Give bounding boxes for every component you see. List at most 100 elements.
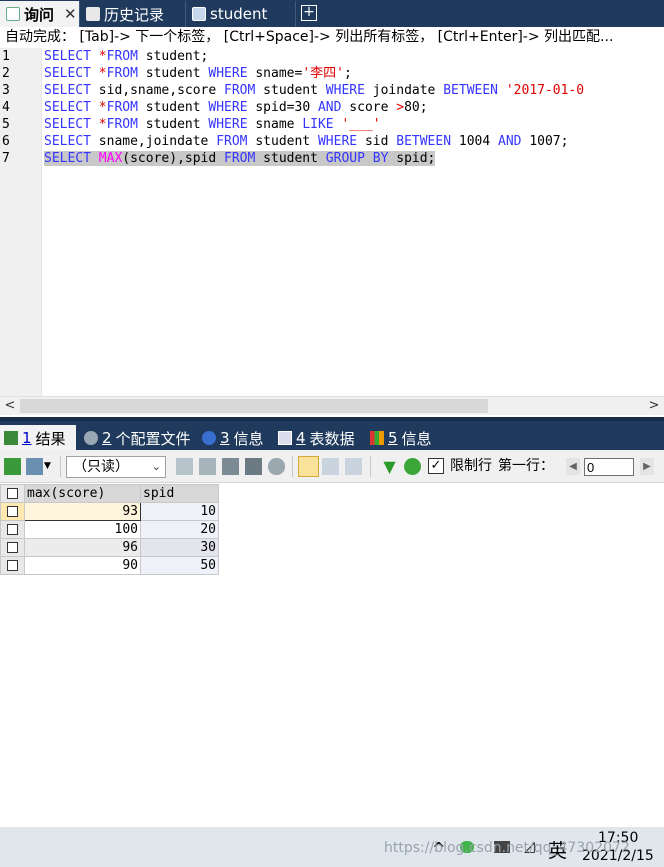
select-all-checkbox[interactable] xyxy=(0,484,25,503)
table-row[interactable]: 90 50 xyxy=(0,556,219,575)
scroll-right-icon[interactable]: > xyxy=(646,398,662,414)
autocomplete-hint: 自动完成： [Tab]-> 下一个标签， [Ctrl+Space]-> 列出所有… xyxy=(0,27,664,48)
code-line[interactable]: SELECT *FROM student WHERE sname LIKE '_… xyxy=(44,116,664,133)
code-line[interactable]: SELECT *FROM student; xyxy=(44,48,664,65)
next-page-icon[interactable]: ▶ xyxy=(640,458,654,475)
mode-select[interactable]: （只读） ⌄ xyxy=(66,456,166,478)
table-cell[interactable]: 30 xyxy=(140,538,219,557)
tab-table-data-num: 4 xyxy=(296,429,306,447)
table-cell[interactable]: 100 xyxy=(24,520,141,539)
add-row-icon[interactable] xyxy=(176,458,193,475)
tab-result-label: 结果 xyxy=(35,429,66,448)
code-line[interactable]: SELECT sid,sname,score FROM student WHER… xyxy=(44,82,664,99)
add-tab-button[interactable]: + xyxy=(301,5,317,21)
code-token: FROM xyxy=(224,151,264,166)
result-toolbar: ▼ （只读） ⌄ ▼ ✓ 限制行 第一行： ◀ ▶ xyxy=(0,450,664,483)
code-token: SELECT xyxy=(44,117,99,132)
import-icon[interactable] xyxy=(26,458,43,475)
limit-rows-checkbox[interactable]: ✓ xyxy=(428,458,444,474)
code-line[interactable]: SELECT sname,joindate FROM student WHERE… xyxy=(44,133,664,150)
scroll-thumb[interactable] xyxy=(20,399,488,413)
form-view-icon[interactable] xyxy=(322,458,339,475)
code-line[interactable]: SELECT *FROM student WHERE spid=30 AND s… xyxy=(44,99,664,116)
code-token: SELECT xyxy=(44,134,99,149)
code-line[interactable]: SELECT MAX(score),spid FROM student GROU… xyxy=(44,150,664,167)
code-token: SELECT xyxy=(44,49,99,64)
tab-query[interactable]: 询问 ✕ xyxy=(0,1,80,27)
code-token: * xyxy=(98,49,107,64)
table-cell[interactable]: 93 xyxy=(24,502,141,521)
table-row[interactable]: 93 10 xyxy=(0,502,219,521)
cancel-icon[interactable] xyxy=(268,458,285,475)
tab-history[interactable]: 历史记录 xyxy=(80,1,186,27)
dropdown-arrow-icon[interactable]: ▼ xyxy=(44,458,54,475)
tab-table-data[interactable]: 4 表数据 xyxy=(274,425,361,451)
calendar-icon xyxy=(86,7,100,21)
scroll-left-icon[interactable]: < xyxy=(2,398,18,414)
code-token: joindate xyxy=(372,83,444,98)
code-token: spid; xyxy=(396,151,436,166)
app-window: 询问 ✕ 历史记录 student + 自动完成： [Tab]-> 下一个标签，… xyxy=(0,0,664,867)
code-token: '李四' xyxy=(302,66,344,81)
column-header[interactable]: spid xyxy=(140,484,219,503)
table-cell[interactable]: 20 xyxy=(140,520,219,539)
filter-icon[interactable]: ▼ xyxy=(381,458,398,475)
code-token: FROM xyxy=(224,83,264,98)
refresh-icon[interactable] xyxy=(404,458,421,475)
row-checkbox[interactable] xyxy=(0,502,25,521)
mode-select-value: （只读） xyxy=(73,459,129,475)
first-row-label: 第一行： xyxy=(498,458,554,474)
column-header[interactable]: max(score) xyxy=(24,484,141,503)
tab-info-2[interactable]: 5 信息 xyxy=(366,425,438,451)
save-icon[interactable] xyxy=(222,458,239,475)
first-row-input[interactable] xyxy=(584,458,634,476)
line-number: 6 xyxy=(2,134,10,149)
table-row[interactable]: 96 30 xyxy=(0,538,219,557)
tab-profile[interactable]: 2 个配置文件 xyxy=(80,425,197,451)
code-token: > xyxy=(396,100,405,115)
code-token: WHERE xyxy=(325,83,373,98)
code-token: GROUP BY xyxy=(325,151,397,166)
line-number: 2 xyxy=(2,66,10,81)
code-token: FROM xyxy=(106,117,146,132)
info-icon xyxy=(202,431,216,445)
tab-student[interactable]: student xyxy=(186,1,296,27)
table-row[interactable]: 100 20 xyxy=(0,520,219,539)
chevron-down-icon: ⌄ xyxy=(151,460,161,473)
tab-result[interactable]: 1 结果 xyxy=(0,425,76,451)
row-checkbox[interactable] xyxy=(0,556,25,575)
code-token: AND xyxy=(317,100,350,115)
table-cell[interactable]: 90 xyxy=(24,556,141,575)
code-token: student xyxy=(263,83,326,98)
prev-page-icon[interactable]: ◀ xyxy=(566,458,580,475)
duplicate-row-icon[interactable] xyxy=(199,458,216,475)
code-area[interactable]: SELECT *FROM student; SELECT *FROM studen… xyxy=(44,48,664,167)
code-token: student; xyxy=(145,49,209,64)
result-grid[interactable]: max(score) spid 93 10 100 20 96 30 90 50 xyxy=(0,484,219,575)
row-checkbox[interactable] xyxy=(0,520,25,539)
code-token: * xyxy=(98,100,107,115)
table-icon xyxy=(278,431,292,445)
export-icon[interactable] xyxy=(4,458,21,475)
code-token: FROM xyxy=(106,66,146,81)
tab-info[interactable]: 3 信息 xyxy=(198,425,270,451)
code-token: student xyxy=(263,151,326,166)
limit-rows-label: 限制行 xyxy=(450,458,492,474)
close-icon[interactable]: ✕ xyxy=(64,5,77,23)
table-cell[interactable]: 10 xyxy=(140,502,219,521)
sql-editor[interactable]: 1234567 SELECT *FROM student; SELECT *FRO… xyxy=(0,48,664,396)
code-token: * xyxy=(98,66,107,81)
line-number: 7 xyxy=(2,151,10,166)
code-token: BETWEEN xyxy=(443,83,506,98)
table-cell[interactable]: 96 xyxy=(24,538,141,557)
table-cell[interactable]: 50 xyxy=(140,556,219,575)
row-checkbox[interactable] xyxy=(0,538,25,557)
code-token: SELECT xyxy=(44,66,99,81)
delete-icon[interactable] xyxy=(245,458,262,475)
grid-view-icon[interactable] xyxy=(298,456,319,477)
tab-table-data-label: 表数据 xyxy=(309,429,355,448)
horizontal-scrollbar[interactable]: < > xyxy=(0,396,664,415)
text-view-icon[interactable] xyxy=(345,458,362,475)
code-line[interactable]: SELECT *FROM student WHERE sname='李四'; xyxy=(44,65,664,82)
toolbar-separator xyxy=(370,456,371,477)
